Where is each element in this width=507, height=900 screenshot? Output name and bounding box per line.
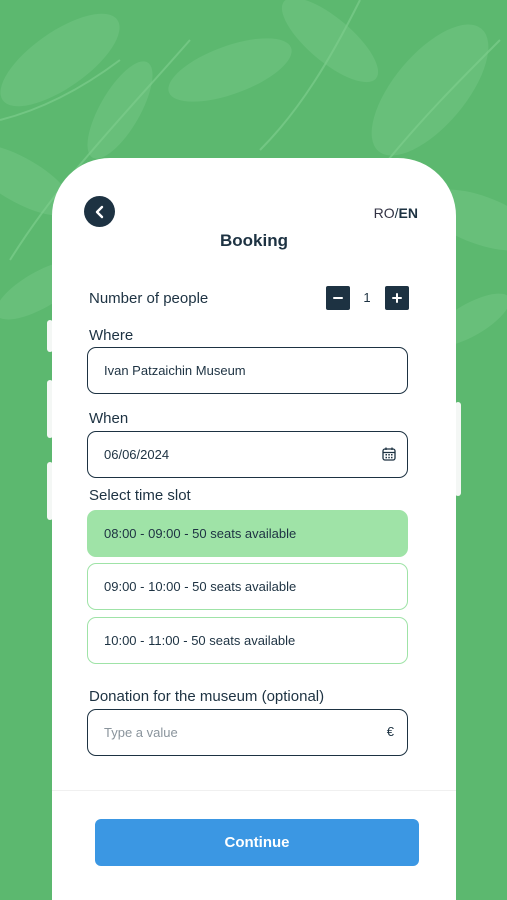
- time-slot-text: 09:00 - 10:00 - 50 seats available: [104, 579, 297, 594]
- continue-button[interactable]: Continue: [95, 819, 419, 866]
- decrease-people-button[interactable]: [326, 286, 350, 310]
- time-slot-text: 10:00 - 11:00 - 50 seats available: [104, 633, 296, 648]
- donation-label: Donation for the museum (optional): [89, 688, 325, 705]
- chevron-left-icon: [95, 205, 103, 218]
- page-title: Booking: [220, 231, 288, 250]
- donation-input[interactable]: [104, 725, 364, 740]
- back-button[interactable]: [84, 196, 115, 227]
- where-label: Where: [89, 327, 134, 344]
- date-field[interactable]: 06/06/2024: [87, 431, 408, 478]
- date-value: 06/06/2024: [104, 447, 170, 462]
- language-switch[interactable]: RO/EN: [340, 205, 418, 221]
- lang-option-ro[interactable]: RO: [374, 205, 395, 221]
- people-count: 1: [363, 290, 371, 305]
- plus-icon: [392, 293, 402, 303]
- time-slot-option[interactable]: 09:00 - 10:00 - 50 seats available: [87, 563, 408, 610]
- when-label: When: [89, 410, 129, 427]
- people-label: Number of people: [89, 290, 209, 307]
- currency-symbol: €: [386, 724, 394, 739]
- time-slot-option[interactable]: 08:00 - 09:00 - 50 seats available: [87, 510, 408, 557]
- where-value: Ivan Patzaichin Museum: [104, 363, 246, 378]
- lang-option-en[interactable]: EN: [399, 205, 418, 221]
- time-slot-label: Select time slot: [89, 487, 191, 504]
- minus-icon: [333, 297, 343, 299]
- increase-people-button[interactable]: [385, 286, 409, 310]
- time-slot-text: 08:00 - 09:00 - 50 seats available: [104, 526, 297, 541]
- donation-field[interactable]: €: [87, 709, 408, 756]
- time-slot-option[interactable]: 10:00 - 11:00 - 50 seats available: [87, 617, 408, 664]
- calendar-icon[interactable]: [381, 446, 397, 462]
- where-field[interactable]: Ivan Patzaichin Museum: [87, 347, 408, 394]
